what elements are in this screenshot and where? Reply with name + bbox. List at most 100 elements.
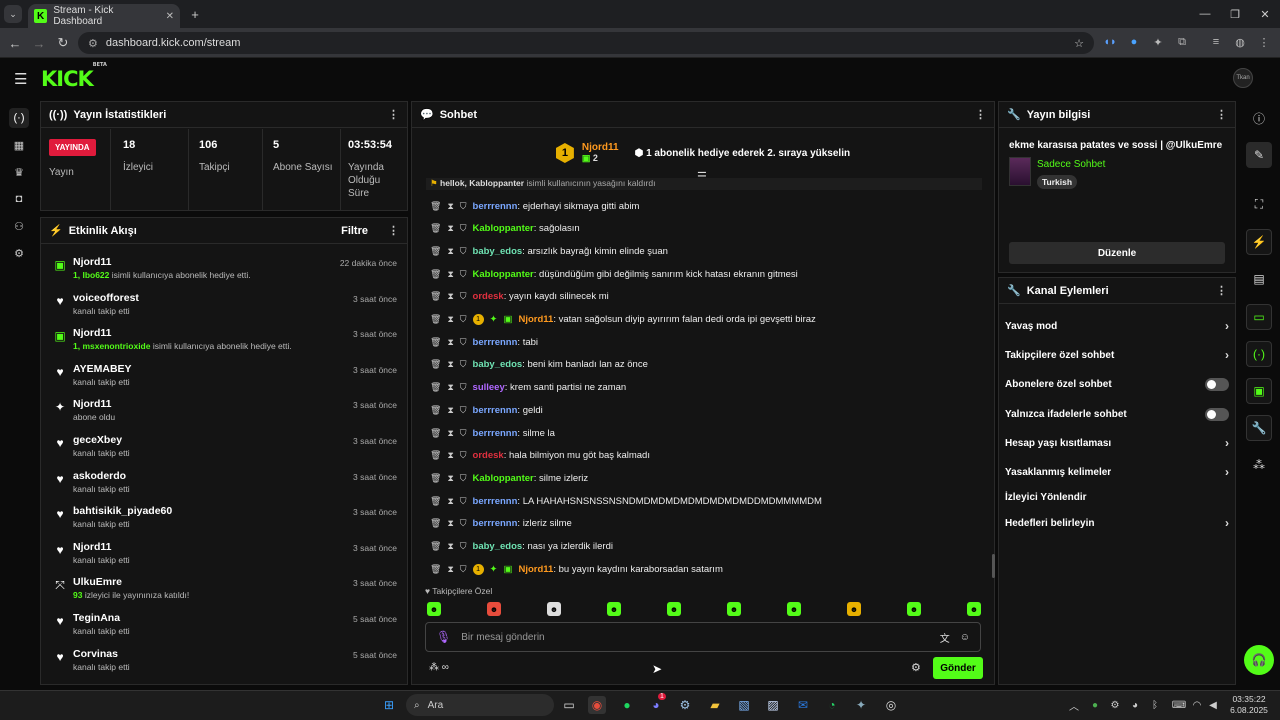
tab-search-icon[interactable]: ⌄ [4, 5, 22, 23]
discord-icon[interactable]: ◕ 1 [647, 693, 666, 714]
delete-message-icon[interactable]: 🗑 [430, 564, 441, 575]
timeout-icon[interactable]: ⧗ [447, 405, 453, 416]
notes-icon[interactable]: ▤ [1246, 266, 1272, 292]
channel-action-item[interactable]: İzleyici Yönlendir [1005, 488, 1229, 506]
layout-widget-icon[interactable]: ▣ [1246, 378, 1272, 404]
tray-bluetooth-icon[interactable]: ᛒ [1146, 696, 1164, 714]
chat-message[interactable]: 🗑 ⧗ ⛉ 1 ✦ ▣ Njord11: bu yayın kaydını karabors… [430, 560, 723, 578]
timeout-icon[interactable]: ⧗ [447, 201, 453, 212]
activity-item[interactable]: ♥ AYEMABEY kanalı takip etti 3 saat önce [41, 359, 407, 395]
camera-icon[interactable]: ◘ [9, 189, 29, 209]
tab-close-icon[interactable]: ✕ [166, 11, 174, 22]
actions-menu-icon[interactable]: ⋮ [1216, 284, 1227, 297]
activity-item[interactable]: ▣ Njord11 1, Ibo622 isimli kullanıcıya abo… [41, 252, 407, 288]
outlook-icon[interactable]: ✉ [794, 696, 812, 714]
delete-message-icon[interactable]: 🗑 [430, 450, 441, 461]
delete-message-icon[interactable]: 🗑 [430, 382, 441, 393]
activity-item[interactable]: ✦ Njord11 abone oldu 3 saat önce [41, 394, 407, 430]
microphone-icon[interactable]: 🎙 [436, 630, 451, 644]
chat-settings-icon[interactable]: ⚙ [911, 661, 921, 674]
chat-message[interactable]: 🗑 ⧗ ⛉ ordesk: hala bilmiyon mu göt baş kalm… [430, 447, 650, 465]
chat-message[interactable]: 🗑 ⧗ ⛉ baby_edos: nası ya izlerdik ilerdi [430, 538, 613, 556]
chat-message[interactable]: 🗑 ⧗ ⛉ 1 ✦ ▣ Njord11: vatan sağolsun diyip ayır… [430, 311, 816, 329]
edit-pencil-icon[interactable]: ✎ [1246, 142, 1272, 168]
timeout-icon[interactable]: ⧗ [447, 450, 453, 461]
timeout-icon[interactable]: ⧗ [447, 359, 453, 370]
emote-icon[interactable]: ☻ [727, 602, 741, 616]
timeout-icon[interactable]: ⧗ [447, 428, 453, 439]
timeout-icon[interactable]: ⧗ [447, 337, 453, 348]
delete-message-icon[interactable]: 🗑 [430, 223, 441, 234]
channel-action-item[interactable]: Abonelere özel sohbet [1005, 375, 1229, 393]
bookmark-star-icon[interactable]: ☆ [1074, 37, 1084, 50]
filter-button[interactable]: Filtre [341, 225, 368, 237]
timeout-icon[interactable]: ⧗ [447, 473, 453, 484]
chat-message[interactable]: 🗑 ⧗ ⛉ ordesk: yayın kaydı silinecek mi [430, 288, 609, 306]
activity-item[interactable]: ♥ Corvinas kanalı takip etti 5 saat önce [41, 644, 407, 680]
extensions-puzzle-icon[interactable]: ⧉ [1174, 34, 1190, 50]
file-explorer-icon[interactable]: ▰ [706, 696, 724, 714]
kick-logo[interactable]: KICKBETA [41, 62, 107, 91]
delete-message-icon[interactable]: 🗑 [430, 269, 441, 280]
stream-broadcast-icon[interactable]: (·) [9, 108, 29, 128]
community-icon[interactable]: ⚇ [9, 216, 29, 236]
delete-message-icon[interactable]: 🗑 [430, 541, 441, 552]
whatsapp-icon[interactable]: ◔ [823, 696, 841, 714]
tray-steam-icon[interactable]: ⚙ [1106, 696, 1124, 714]
timeout-icon[interactable]: ⧗ [447, 246, 453, 257]
emote-icon[interactable]: ☻ [427, 602, 441, 616]
menu-hamburger-icon[interactable]: ☰ [14, 70, 27, 88]
info-icon[interactable]: ⓘ [1246, 105, 1272, 131]
timeout-icon[interactable]: ⧗ [447, 269, 453, 280]
tools-widget-icon[interactable]: 🔧 [1246, 415, 1272, 441]
app-icon[interactable]: ✦ [852, 696, 870, 714]
taskbar-search[interactable]: ⌕ Ara [406, 694, 554, 716]
forward-icon[interactable]: → [30, 34, 48, 52]
activity-item[interactable]: ♥ bahtisikik_piyade60 kanalı takip etti 3 s… [41, 501, 407, 537]
chat-tools-icon[interactable]: ⁂ ∞ [429, 662, 449, 673]
profile-icon[interactable]: ◍ [1232, 34, 1248, 50]
shield-extension-icon[interactable]: ● [1126, 34, 1142, 50]
chat-message[interactable]: 🗑 ⧗ ⛉ baby_edos: arsızlık bayrağı kimin eli… [430, 242, 668, 260]
activity-item[interactable]: ⤧ UlkuEmre 93 izleyici ile yayınınıza katı… [41, 572, 407, 608]
emote-icon[interactable]: ☻ [547, 602, 561, 616]
activity-item[interactable]: ♥ geceXbey kanalı takip etti 3 saat önce [41, 430, 407, 466]
send-button[interactable]: Gönder [933, 657, 983, 679]
browser-tab[interactable]: K Stream - Kick Dashboard ✕ [28, 4, 180, 28]
timeout-icon[interactable]: ⧗ [447, 382, 453, 393]
channel-action-item[interactable]: Hesap yaşı kısıtlaması › [1005, 434, 1229, 452]
delete-message-icon[interactable]: 🗑 [430, 518, 441, 529]
bolt-widget-icon[interactable]: ⚡ [1246, 229, 1272, 255]
tray-overflow-icon[interactable]: ︿ [1065, 696, 1083, 714]
activity-item[interactable]: ♥ voiceofforest kanalı takip etti 3 saat ön… [41, 288, 407, 324]
delete-message-icon[interactable]: 🗑 [430, 291, 441, 302]
timeout-icon[interactable]: ⧗ [447, 223, 453, 234]
channel-action-item[interactable]: Yalnızca ifadelerle sohbet [1005, 405, 1229, 423]
chat-message[interactable]: 🗑 ⧗ ⛉ berrrennn: silme la [430, 424, 555, 442]
toggle-switch[interactable] [1205, 377, 1229, 391]
delete-message-icon[interactable]: 🗑 [430, 473, 441, 484]
chat-menu-icon[interactable]: ⋮ [975, 108, 986, 121]
channel-action-item[interactable]: Yavaş mod › [1005, 317, 1229, 335]
chrome-icon[interactable]: ◉ [588, 696, 606, 714]
delete-message-icon[interactable]: 🗑 [430, 359, 441, 370]
translate-extension-icon[interactable]: ◖◗ [1102, 34, 1118, 50]
chat-message[interactable]: 🗑 ⧗ ⛉ Kabloppanter: silme izleriz [430, 469, 588, 487]
browser-menu-icon[interactable]: ⋮ [1256, 34, 1272, 50]
tool-extension-icon[interactable]: ✦ [1150, 34, 1166, 50]
site-info-icon[interactable]: ⚙ [88, 37, 98, 50]
channel-action-item[interactable]: Takipçilere özel sohbet › [1005, 346, 1229, 364]
url-input[interactable]: ⚙ dashboard.kick.com/stream ☆ [78, 32, 1094, 54]
emoji-icon[interactable]: ☺ [960, 632, 970, 643]
spotify-icon[interactable]: ● [618, 696, 636, 714]
keyboard-icon[interactable]: ⌨ [1170, 696, 1188, 714]
obs-icon[interactable]: ◎ [882, 696, 900, 714]
activity-menu-icon[interactable]: ⋮ [388, 224, 399, 237]
emote-icon[interactable]: ☻ [487, 602, 501, 616]
translate-icon[interactable]: 文 [940, 630, 950, 645]
edit-button[interactable]: Düzenle [1009, 242, 1225, 264]
timeout-icon[interactable]: ⧗ [447, 496, 453, 507]
chat-message[interactable]: 🗑 ⧗ ⛉ Kabloppanter: sağolasın [430, 220, 580, 238]
chat-message[interactable]: 🗑 ⧗ ⛉ berrrennn: tabi [430, 333, 538, 351]
emote-icon[interactable]: ☻ [787, 602, 801, 616]
